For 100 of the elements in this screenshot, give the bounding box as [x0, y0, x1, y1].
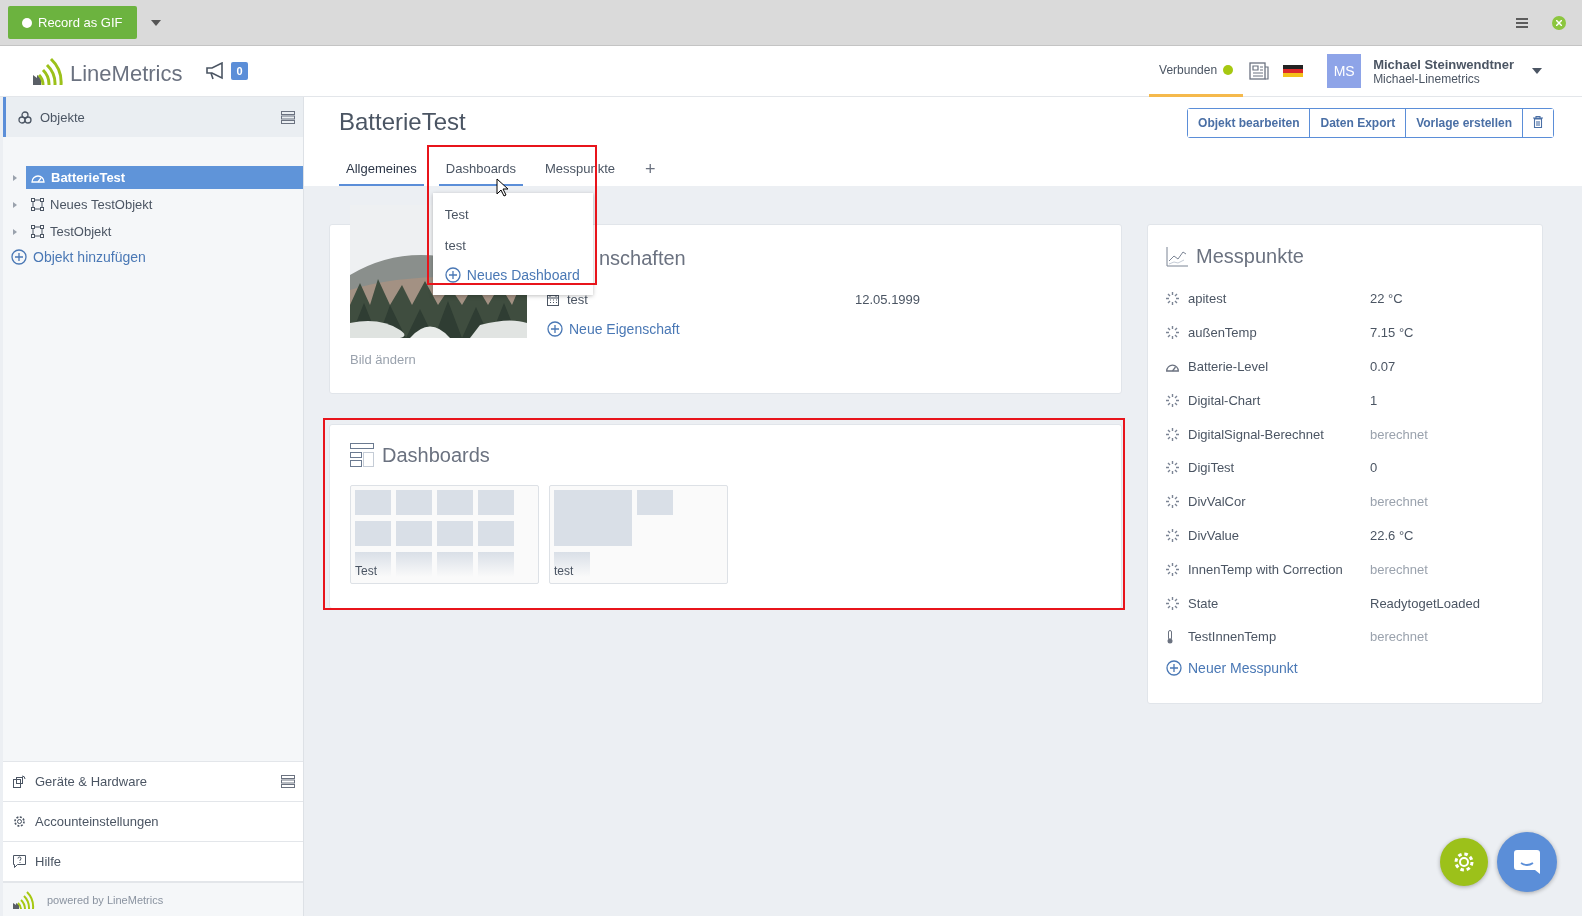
nav-item[interactable]: Geräte & Hardware — [3, 761, 303, 801]
add-object-label: Objekt hinzufügen — [33, 249, 146, 265]
dashboard-name: test — [554, 564, 574, 578]
notification-badge: 0 — [231, 62, 248, 80]
spinner-icon — [1166, 528, 1179, 542]
new-measurement-label: Neuer Messpunkt — [1188, 659, 1298, 676]
close-icon — [1556, 19, 1562, 26]
menu-item[interactable]: test — [432, 230, 593, 261]
expand-arrow-icon[interactable] — [13, 228, 17, 235]
property-value: 12.05.1999 — [855, 292, 921, 307]
measurement-value: ReadytogetLoaded — [1370, 595, 1480, 611]
dashboard-thumbnail[interactable]: test — [549, 485, 728, 584]
measurement-value: 0 — [1370, 460, 1378, 476]
measurement-name[interactable]: apitest — [1188, 291, 1370, 307]
expand-arrow-icon[interactable] — [13, 174, 17, 181]
flag-icon[interactable] — [1283, 65, 1304, 77]
spinner-icon — [1166, 326, 1179, 340]
nav-item[interactable]: Hilfe — [3, 841, 303, 881]
tree-item[interactable]: TestObjekt — [26, 220, 303, 243]
dashboard-icon — [350, 443, 374, 467]
chat-icon — [1513, 849, 1541, 875]
measurement-value: berechnet — [1370, 561, 1428, 577]
nav-item[interactable]: Accounteinstellungen — [3, 801, 303, 841]
calendar-icon — [547, 293, 559, 306]
spinner-icon — [1166, 393, 1179, 407]
tree-item-label: Neues TestObjekt — [50, 197, 153, 212]
spinner-icon — [1166, 427, 1179, 441]
expand-arrow-icon[interactable] — [13, 201, 17, 208]
add-icon — [1166, 659, 1182, 676]
measurement-value: 1 — [1370, 392, 1378, 408]
nav-item-label: Hilfe — [35, 854, 62, 869]
spinner-icon — [1166, 562, 1179, 576]
menu-item[interactable]: Test — [432, 199, 593, 230]
page-title: BatterieTest — [339, 108, 466, 136]
spinner-icon — [1166, 495, 1179, 509]
dashboard-name: Test — [355, 564, 377, 578]
caret-icon[interactable] — [1532, 68, 1542, 74]
add-icon — [11, 249, 27, 265]
new-property-link[interactable]: Neue Eigenschaft — [547, 321, 1121, 337]
measurement-value: berechnet — [1370, 629, 1428, 645]
card-title: Dashboards — [382, 443, 490, 467]
add-icon — [444, 267, 461, 283]
spinner-icon — [1166, 596, 1179, 610]
nav-item-label: Geräte & Hardware — [35, 774, 148, 789]
measurement-name[interactable]: Batterie-Level — [1188, 359, 1370, 374]
measurement-value: berechnet — [1370, 426, 1428, 442]
frame-icon — [31, 198, 44, 211]
dashboard-thumbnail[interactable]: Test — [350, 485, 539, 584]
card-title: Messpunkte — [1196, 245, 1304, 268]
measurement-name[interactable]: State — [1188, 595, 1370, 611]
measurement-name[interactable]: DigitalSignal-Berechnet — [1188, 426, 1370, 442]
new-measurement-link[interactable]: Neuer Messpunkt — [1166, 659, 1524, 676]
footer-text: powered by LineMetrics — [47, 893, 164, 906]
tree-item-label: BatterieTest — [51, 170, 126, 185]
measurement-value: 22 °C — [1370, 291, 1403, 307]
new-property-label: Neue Eigenschaft — [569, 321, 680, 337]
caret-icon[interactable] — [150, 19, 161, 26]
measurement-name[interactable]: DivValCor — [1188, 494, 1370, 510]
user-name: Michael Steinwendtner — [1373, 56, 1514, 72]
new-dashboard-link[interactable]: Neues Dashboard — [432, 261, 593, 289]
thermometer-icon — [1166, 629, 1174, 644]
spinner-icon — [1166, 292, 1179, 306]
logo-icon — [13, 890, 35, 909]
card-title: nschaften — [599, 247, 687, 270]
tree-item-label: TestObjekt — [50, 224, 112, 239]
measurement-name[interactable]: InnenTemp with Correction — [1188, 561, 1370, 577]
measurement-name[interactable]: DigiTest — [1188, 460, 1370, 476]
list-icon[interactable] — [281, 110, 295, 124]
measurement-value: berechnet — [1370, 494, 1428, 510]
measurement-name[interactable]: TestInnenTemp — [1188, 629, 1370, 645]
add-icon — [547, 321, 563, 337]
newspaper-icon[interactable] — [1249, 62, 1270, 80]
tree-item[interactable]: Neues TestObjekt — [26, 193, 303, 216]
frame-icon — [31, 225, 44, 238]
account-name: Michael-Linemetrics — [1373, 71, 1481, 86]
measurement-value: 22.6 °C — [1370, 527, 1414, 543]
section-header[interactable]: Objekte — [3, 97, 303, 137]
tab[interactable]: Allgemeines — [339, 153, 424, 186]
help-icon — [13, 855, 26, 868]
measurement-name[interactable]: DivValue — [1188, 527, 1370, 543]
action-button[interactable]: Objekt bearbeiten — [1188, 109, 1311, 137]
measurement-name[interactable]: Digital-Chart — [1188, 392, 1370, 408]
trash-icon — [1533, 115, 1543, 128]
line-chart-icon — [1166, 246, 1188, 267]
new-dashboard-label: Neues Dashboard — [466, 267, 580, 283]
spinner-icon — [1166, 461, 1179, 475]
add-object-link[interactable]: Objekt hinzufügen — [3, 243, 303, 271]
measurement-value: 7.15 °C — [1370, 325, 1414, 341]
property-name: test — [567, 292, 589, 307]
add-tab-button[interactable]: + — [637, 153, 664, 186]
list-icon[interactable] — [281, 775, 295, 788]
measurement-value: 0.07 — [1370, 359, 1396, 374]
nav-item-label: Accounteinstellungen — [35, 814, 160, 829]
cubes-icon — [18, 110, 32, 124]
chat-button[interactable] — [1497, 832, 1557, 892]
measurement-name[interactable]: außenTemp — [1188, 325, 1370, 341]
section-title: Objekte — [40, 109, 86, 125]
devices-icon — [13, 775, 26, 788]
menu-icon[interactable] — [1516, 17, 1528, 28]
logo-text: LineMetrics — [70, 63, 183, 85]
